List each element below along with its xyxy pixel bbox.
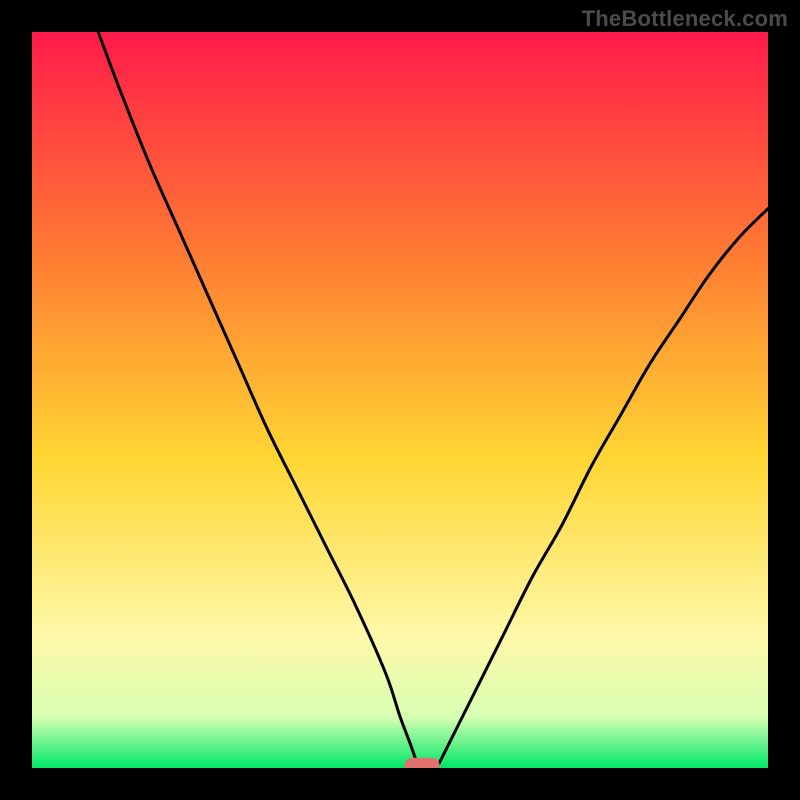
optimal-marker bbox=[404, 758, 439, 768]
plot-area bbox=[32, 32, 768, 768]
chart-frame: TheBottleneck.com bbox=[0, 0, 800, 800]
bottleneck-chart bbox=[32, 32, 768, 768]
watermark-text: TheBottleneck.com bbox=[582, 6, 788, 32]
gradient-background bbox=[32, 32, 768, 768]
